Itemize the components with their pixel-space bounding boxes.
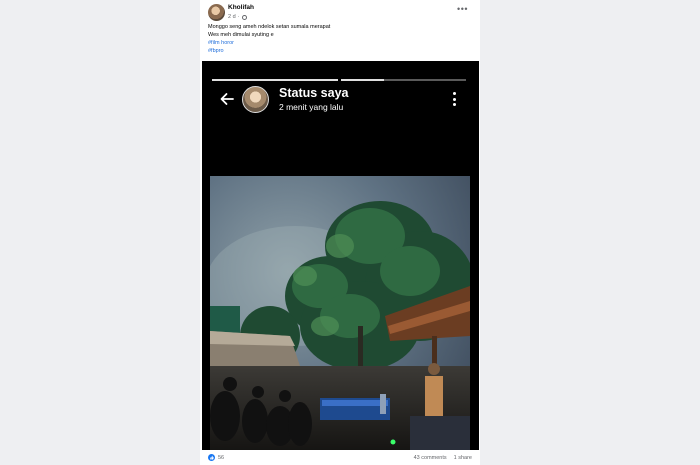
likes-count: 56 xyxy=(218,454,225,461)
more-dots-icon[interactable]: ••• xyxy=(457,5,468,14)
story-photo xyxy=(210,176,470,450)
reaction-summary[interactable]: 56 xyxy=(208,454,224,461)
back-arrow-icon[interactable] xyxy=(219,91,235,107)
globe-icon xyxy=(241,14,247,20)
story-progress-bar xyxy=(212,79,338,81)
author-avatar[interactable] xyxy=(208,4,225,21)
post-footer: 56 43 comments 1 share xyxy=(200,452,480,465)
story-avatar[interactable] xyxy=(242,86,269,113)
hashtag-link[interactable]: #film horor xyxy=(208,39,472,47)
story-progress-bar xyxy=(341,79,384,81)
hashtag-link[interactable]: #fbpro xyxy=(208,47,472,55)
vertical-dots-icon[interactable] xyxy=(452,92,456,106)
story-progress-bar xyxy=(384,79,466,81)
story-screenshot[interactable]: Status saya 2 menit yang lalu xyxy=(202,61,479,450)
comments-count[interactable]: 43 comments xyxy=(414,455,447,461)
author-name[interactable]: Kholifah xyxy=(228,4,254,11)
post-caption: Monggo seng ameh ndelok setan sumala mer… xyxy=(208,23,472,55)
story-title: Status saya xyxy=(279,86,349,100)
engagement-counts: 43 comments 1 share xyxy=(414,455,472,461)
caption-line: Monggo seng ameh ndelok setan sumala mer… xyxy=(208,24,331,30)
post-meta: 2 d · xyxy=(228,14,247,20)
story-time: 2 menit yang lalu xyxy=(279,102,344,112)
caption-line: Wes meh dimulai syuting e xyxy=(208,32,274,38)
post-card: Kholifah 2 d · ••• Monggo seng ameh ndel… xyxy=(200,0,480,465)
post-header: Kholifah 2 d · ••• xyxy=(208,4,472,24)
like-icon xyxy=(208,454,215,461)
post-time[interactable]: 2 d xyxy=(228,14,236,20)
shares-count[interactable]: 1 share xyxy=(454,455,472,461)
